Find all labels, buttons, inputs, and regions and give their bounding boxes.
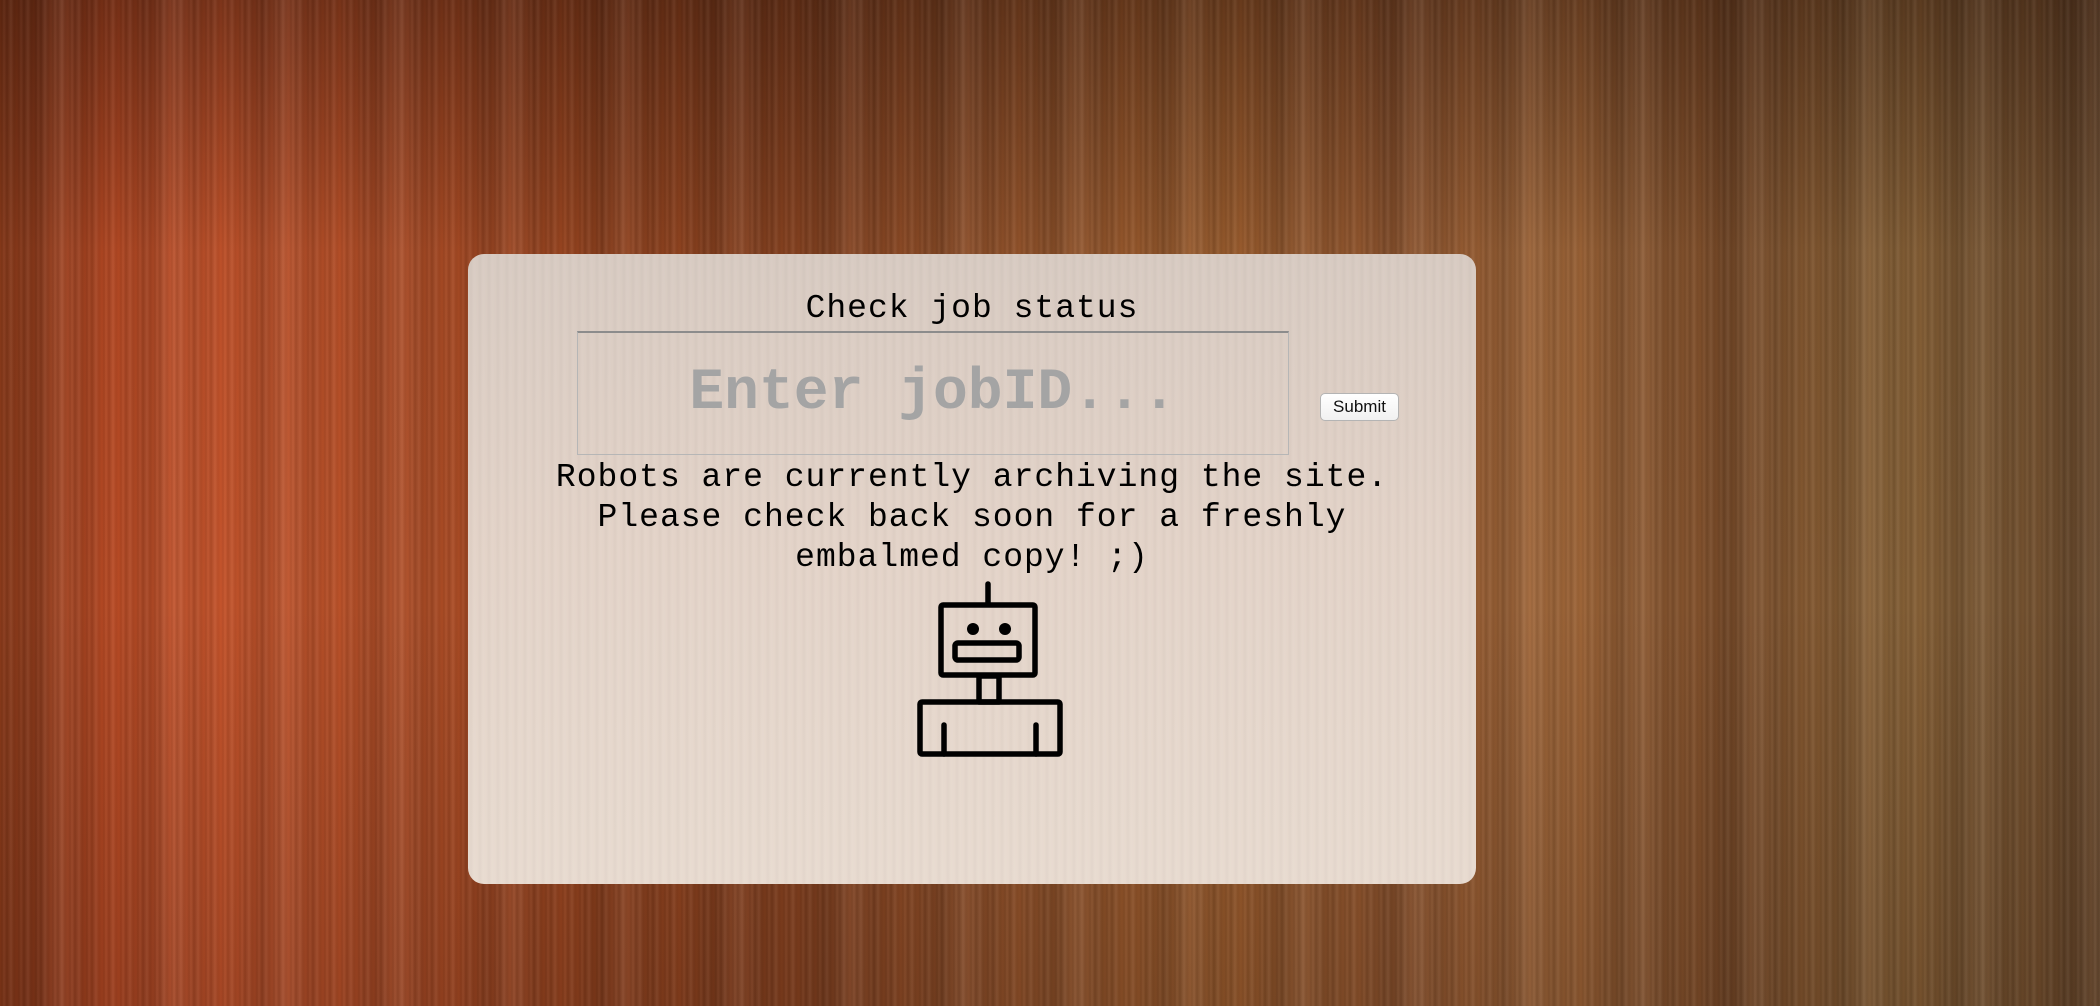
- robot-icon: [917, 581, 1063, 757]
- notice-line-1: Robots are currently archiving the site.: [555, 459, 1389, 496]
- notice-line-2: Please check back soon for a freshly: [597, 499, 1347, 536]
- page-title: Check job status: [805, 290, 1139, 327]
- submit-button[interactable]: Submit: [1320, 393, 1399, 421]
- notice-line-3: embalmed copy! ;): [795, 539, 1149, 576]
- archiving-notice: Robots are currently archiving the site.…: [528, 458, 1416, 578]
- job-status-panel: Check job status Submit Robots are curre…: [468, 254, 1476, 884]
- job-id-input[interactable]: [577, 331, 1289, 455]
